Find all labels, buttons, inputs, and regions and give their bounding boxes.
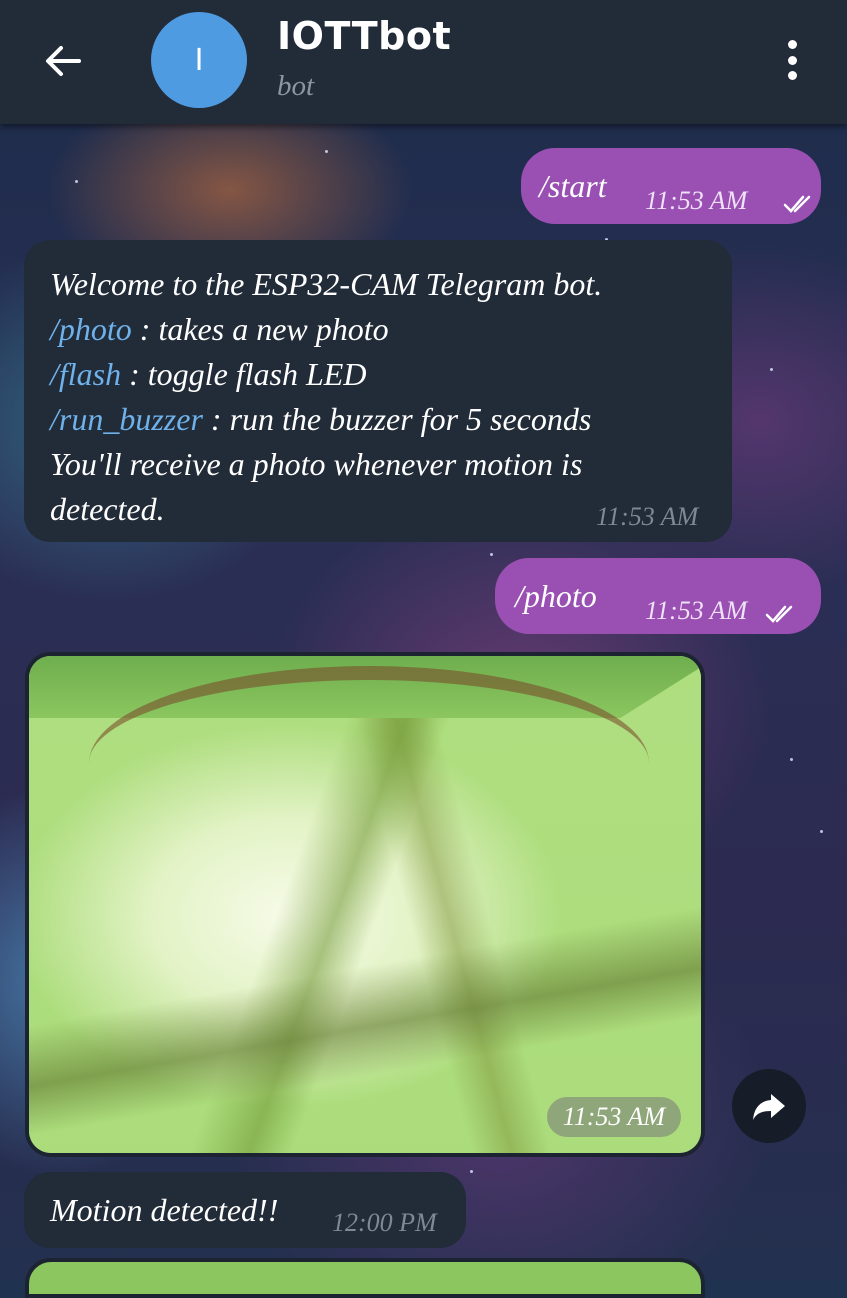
message-time: 11:53 AM bbox=[596, 502, 699, 531]
outgoing-message[interactable]: /photo 11:53 AM bbox=[495, 558, 821, 634]
message-text: : toggle flash LED bbox=[121, 356, 367, 392]
command-link[interactable]: /run_buzzer bbox=[50, 401, 203, 437]
message-time: 11:53 AM bbox=[645, 186, 748, 215]
command-link[interactable]: /photo bbox=[50, 311, 132, 347]
message-text: : run the buzzer for 5 seconds bbox=[202, 401, 592, 437]
back-button[interactable] bbox=[40, 38, 86, 84]
message-time: 12:00 PM bbox=[332, 1208, 437, 1237]
more-vertical-icon bbox=[787, 40, 797, 49]
chat-header: I IOTTbot bot bbox=[0, 0, 847, 124]
outgoing-message[interactable]: /start 11:53 AM bbox=[521, 148, 821, 224]
more-menu-button[interactable] bbox=[772, 38, 812, 82]
incoming-message[interactable]: Motion detected!! 12:00 PM bbox=[24, 1172, 466, 1248]
message-line: You'll receive a photo whenever motion i… bbox=[50, 442, 730, 487]
photo-message[interactable]: 11:53 AM bbox=[25, 652, 705, 1157]
photo-arc bbox=[89, 666, 649, 860]
message-text: Welcome to the ESP32-CAM Telegram bot. bbox=[50, 266, 603, 302]
message-text: Motion detected!! bbox=[50, 1192, 279, 1228]
message-line: /flash : toggle flash LED bbox=[50, 352, 730, 397]
message-text: detected. bbox=[50, 491, 165, 527]
chat-subtitle: bot bbox=[277, 70, 315, 102]
command-link[interactable]: /flash bbox=[50, 356, 121, 392]
message-time: 11:53 AM bbox=[645, 596, 748, 625]
message-line: /run_buzzer : run the buzzer for 5 secon… bbox=[50, 397, 730, 442]
more-vertical-icon-dot bbox=[787, 71, 797, 80]
message-text: You'll receive a photo whenever motion i… bbox=[50, 446, 583, 482]
chat-title[interactable]: IOTTbot bbox=[277, 14, 451, 58]
message-text: /photo bbox=[515, 578, 597, 614]
message-line: /photo : takes a new photo bbox=[50, 307, 730, 352]
avatar[interactable]: I bbox=[151, 12, 247, 108]
more-vertical-icon-dot bbox=[787, 55, 797, 65]
read-checkmarks-icon bbox=[783, 195, 811, 213]
incoming-message[interactable]: Welcome to the ESP32-CAM Telegram bot. /… bbox=[24, 240, 732, 542]
photo-time: 11:53 AM bbox=[546, 1097, 681, 1137]
share-button[interactable] bbox=[732, 1069, 806, 1143]
avatar-letter: I bbox=[194, 42, 204, 78]
message-text: /start bbox=[539, 168, 607, 204]
arrow-left-icon bbox=[46, 46, 81, 76]
next-photo-message[interactable] bbox=[25, 1258, 705, 1298]
share-icon bbox=[753, 1094, 785, 1120]
message-line: Welcome to the ESP32-CAM Telegram bot. bbox=[50, 262, 730, 307]
read-checkmarks-icon bbox=[765, 605, 793, 623]
message-text: : takes a new photo bbox=[131, 311, 389, 347]
